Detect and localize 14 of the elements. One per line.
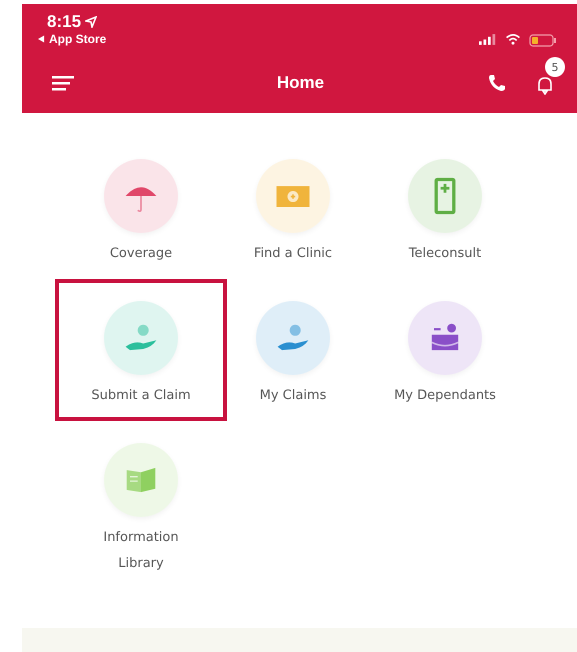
- bell-icon[interactable]: [535, 75, 555, 95]
- location-icon: [85, 16, 98, 28]
- back-arrow-icon[interactable]: [38, 35, 45, 43]
- battery-icon: [529, 34, 557, 47]
- menu-tile[interactable]: Submit a Claim: [55, 279, 227, 421]
- phone-icon[interactable]: [487, 73, 507, 93]
- back-link[interactable]: App Store: [49, 32, 106, 46]
- menu-icon[interactable]: [52, 75, 74, 91]
- status-time: 8:15: [47, 12, 82, 32]
- screen-title: Home: [276, 73, 326, 93]
- menu-tile[interactable]: Information Library: [55, 421, 227, 587]
- signal-icon: [479, 34, 497, 45]
- wifi-icon: [505, 34, 521, 45]
- notification-badge: 5: [545, 57, 565, 77]
